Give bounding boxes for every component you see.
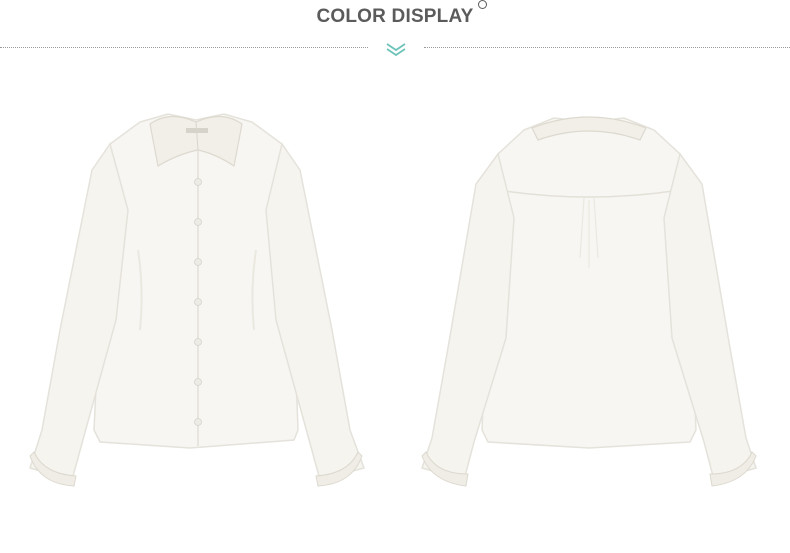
degree-ring-icon [478,0,487,9]
divider-right [424,47,790,48]
divider-left [0,47,368,48]
blouse-back-image [421,116,757,487]
chevron-down-icon [386,43,406,57]
section-header: COLOR DISPLAY [0,0,790,70]
section-title: COLOR DISPLAY [316,6,474,27]
blouse-front-image [29,113,365,487]
